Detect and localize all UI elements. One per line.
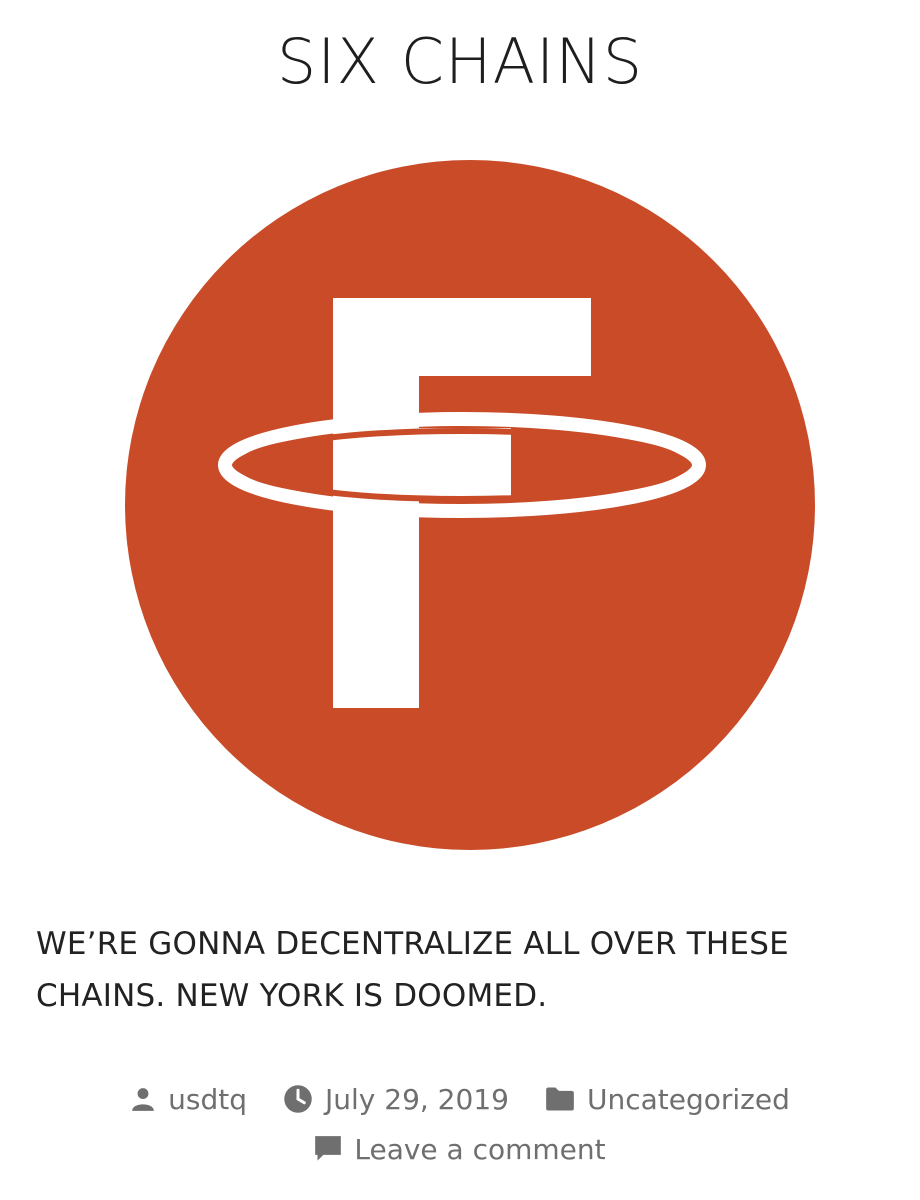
folder-icon: [546, 1087, 574, 1111]
logo-f-middle-bar: [419, 428, 511, 500]
leave-comment-label: Leave a comment: [354, 1132, 606, 1166]
clock-icon: [284, 1085, 312, 1113]
category-link[interactable]: Uncategorized: [545, 1083, 790, 1116]
comment-bubble-icon: [315, 1136, 342, 1161]
person-icon: [132, 1088, 154, 1111]
featured-image[interactable]: [125, 145, 820, 865]
logo-f-stem-front: [333, 507, 419, 708]
post-meta-row-1: usdtq July 29, 2019 Uncategorized: [0, 1074, 920, 1124]
post-excerpt: WE’RE GONNA DECENTRALIZE ALL OVER THESE …: [36, 926, 789, 1014]
post-meta: usdtq July 29, 2019 Uncategorized Leave …: [0, 1074, 920, 1174]
post-category: Uncategorized: [586, 1082, 790, 1116]
tether-logo: [125, 160, 815, 850]
leave-comment-link[interactable]: Leave a comment: [314, 1132, 606, 1166]
date-link[interactable]: July 29, 2019: [283, 1083, 509, 1116]
post-meta-row-2: Leave a comment: [0, 1124, 920, 1174]
author-link[interactable]: usdtq: [130, 1083, 247, 1116]
post-title[interactable]: SIX CHAINS: [0, 22, 920, 102]
author-name: usdtq: [168, 1082, 247, 1116]
post-date: July 29, 2019: [325, 1082, 509, 1116]
